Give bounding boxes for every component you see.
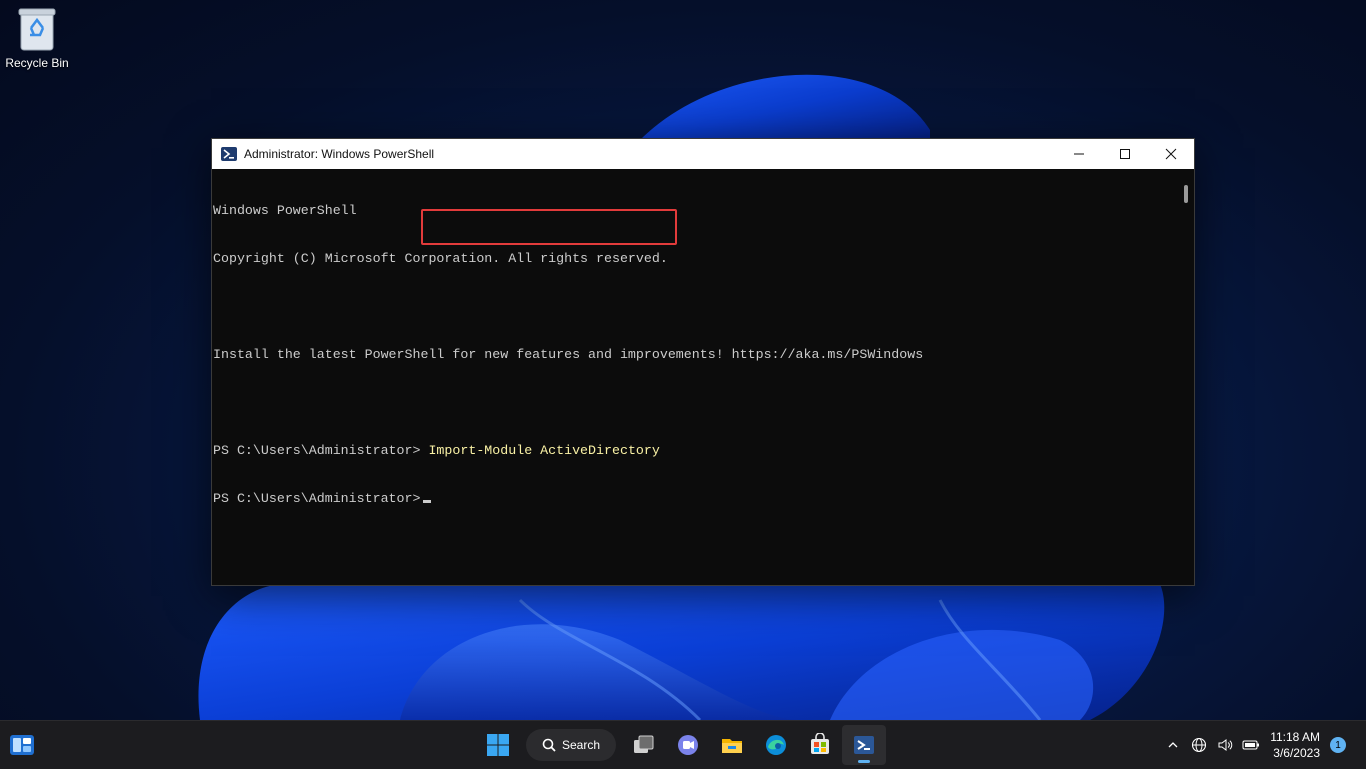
command-line: PS C:\Users\Administrator> Import-Module…	[213, 443, 1173, 459]
store-icon	[811, 733, 829, 754]
clock[interactable]: 11:18 AM 3/6/2023	[1270, 729, 1320, 761]
chat-button[interactable]	[666, 725, 710, 765]
close-icon	[1165, 148, 1177, 160]
scrollbar-thumb[interactable]	[1184, 185, 1188, 203]
command-text: Import-Module ActiveDirectory	[428, 443, 660, 458]
close-button[interactable]	[1148, 139, 1194, 169]
battery-button[interactable]	[1239, 733, 1263, 757]
volume-button[interactable]	[1213, 733, 1237, 757]
prompt: PS C:\Users\Administrator>	[213, 491, 421, 506]
console-line: Install the latest PowerShell for new fe…	[213, 347, 924, 362]
search-label: Search	[561, 738, 601, 752]
current-prompt-line: PS C:\Users\Administrator>	[213, 491, 1173, 507]
recycle-bin-icon	[18, 8, 56, 51]
file-explorer-icon	[722, 739, 742, 753]
minimize-icon	[1074, 153, 1084, 155]
console-output[interactable]: Windows PowerShell Copyright (C) Microso…	[213, 169, 1173, 585]
recycle-bin-label: Recycle Bin	[5, 56, 69, 70]
window-title: Administrator: Windows PowerShell	[244, 147, 435, 161]
console-line: Copyright (C) Microsoft Corporation. All…	[213, 251, 668, 266]
maximize-button[interactable]	[1102, 139, 1148, 169]
chevron-up-icon	[1168, 742, 1178, 748]
powershell-taskbar-button[interactable]	[842, 725, 886, 765]
network-button[interactable]	[1187, 733, 1211, 757]
file-explorer-button[interactable]	[710, 725, 754, 765]
command-highlight-box	[421, 209, 677, 245]
powershell-icon	[221, 147, 237, 161]
start-button[interactable]	[476, 725, 520, 765]
network-icon	[1192, 737, 1207, 753]
console-line: Windows PowerShell	[213, 203, 357, 218]
prompt: PS C:\Users\Administrator>	[213, 443, 421, 458]
volume-icon	[1218, 739, 1233, 751]
widgets-icon[interactable]	[8, 733, 36, 757]
powershell-icon	[854, 736, 874, 754]
recycle-bin-shortcut[interactable]: Recycle Bin	[2, 6, 72, 78]
chat-icon	[678, 735, 698, 755]
search-button[interactable]: Search	[526, 729, 616, 761]
minimize-button[interactable]	[1056, 139, 1102, 169]
title-bar[interactable]: Administrator: Windows PowerShell	[212, 139, 1194, 169]
store-button[interactable]	[798, 725, 842, 765]
task-view-button[interactable]	[622, 725, 666, 765]
start-icon	[487, 734, 509, 756]
search-icon	[542, 738, 556, 752]
system-tray: 11:18 AM 3/6/2023 1	[1160, 721, 1366, 769]
task-view-icon	[634, 735, 654, 753]
clock-date: 3/6/2023	[1273, 746, 1320, 760]
taskbar: Search 11:18 AM 3/6/2023 1	[0, 720, 1366, 769]
clock-time: 11:18 AM	[1270, 730, 1320, 744]
notification-badge[interactable]: 1	[1330, 737, 1346, 753]
maximize-icon	[1120, 149, 1130, 159]
edge-icon	[766, 735, 786, 755]
show-hidden-icons-button[interactable]	[1161, 733, 1185, 757]
text-cursor	[423, 500, 432, 503]
powershell-window[interactable]: Administrator: Windows PowerShell Window…	[211, 138, 1195, 586]
battery-icon	[1242, 740, 1260, 750]
edge-button[interactable]	[754, 725, 798, 765]
